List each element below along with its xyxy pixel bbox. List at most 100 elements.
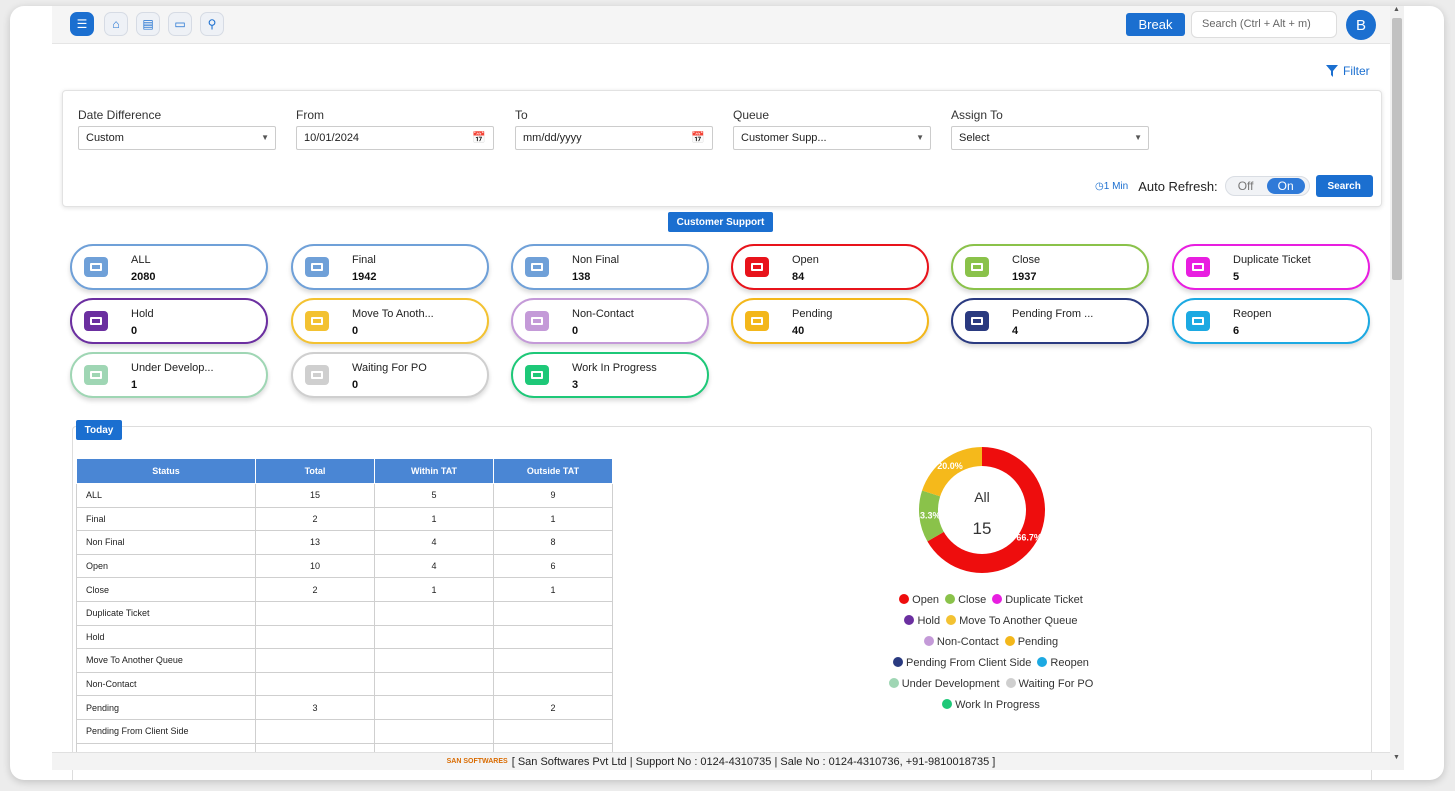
table-cell: 6: [493, 553, 613, 579]
scrollbar-thumb[interactable]: [1392, 18, 1402, 280]
status-card[interactable]: Close 1937: [951, 244, 1149, 290]
table-body: ALL 15 5 9 Final 2 1 1 Non Final 13 4 8 Open 10 4 6 Clos…: [76, 483, 613, 768]
home-icon[interactable]: ⌂: [104, 12, 128, 36]
queue-select[interactable]: Customer Supp... ▼: [733, 126, 931, 150]
status-card-count: 1942: [352, 271, 377, 283]
legend-item[interactable]: Hold: [904, 611, 940, 632]
legend-item[interactable]: Pending: [1004, 632, 1058, 653]
status-card-count: 40: [792, 325, 805, 337]
status-card[interactable]: Open 84: [731, 244, 929, 290]
status-card-count: 0: [352, 325, 359, 337]
filter-button[interactable]: Filter: [1326, 64, 1370, 78]
chevron-down-icon: ▼: [916, 133, 924, 142]
legend-item[interactable]: Reopen: [1037, 653, 1089, 674]
status-card[interactable]: Duplicate Ticket 5: [1172, 244, 1370, 290]
table-row: Pending From Client Side: [76, 718, 613, 744]
table-row: Pending 3 2: [76, 695, 613, 720]
table-cell: 2: [255, 577, 375, 602]
legend-dot-icon: [1037, 657, 1048, 667]
legend-item[interactable]: Open: [899, 590, 939, 611]
status-card[interactable]: Non-Contact 0: [511, 298, 709, 344]
refresh-interval[interactable]: ◷1 Min: [1095, 181, 1128, 192]
date-difference-select[interactable]: Custom ▼: [78, 126, 276, 150]
legend-dot-icon: [1004, 636, 1015, 646]
table-cell: [374, 695, 494, 720]
global-search-input[interactable]: Search (Ctrl + Alt + m): [1191, 11, 1337, 38]
legend-item[interactable]: Pending From Client Side: [893, 653, 1031, 674]
table-cell: 3: [255, 695, 375, 720]
status-card-count: 5: [1233, 271, 1240, 283]
table-cell: [493, 624, 613, 650]
status-card[interactable]: Work In Progress 3: [511, 352, 709, 398]
status-card[interactable]: ALL 2080: [70, 244, 268, 290]
scroll-up-icon[interactable]: ▲: [1393, 6, 1400, 13]
table-cell: 1: [493, 577, 613, 602]
assign-to-select[interactable]: Select ▼: [951, 126, 1149, 150]
from-date-field[interactable]: 10/01/2024 📅: [296, 126, 494, 150]
status-card[interactable]: Final 1942: [291, 244, 489, 290]
table-cell: [374, 600, 494, 626]
table-cell: [255, 648, 375, 673]
legend-item[interactable]: Close: [945, 590, 986, 611]
table-cell: 9: [493, 483, 613, 508]
search-button[interactable]: Search: [1315, 175, 1373, 197]
legend-dot-icon: [893, 657, 904, 667]
filter-label: Filter: [1343, 64, 1370, 78]
table-cell: [374, 718, 494, 744]
table-cell: ALL: [76, 483, 256, 508]
chevron-down-icon: ▼: [1134, 133, 1142, 142]
table-cell: 2: [493, 695, 613, 720]
ticket-icon: [745, 257, 769, 277]
status-card-label: Non-Contact: [572, 308, 634, 320]
table-cell: 4: [374, 530, 494, 555]
legend-item[interactable]: Under Development: [888, 674, 1000, 695]
table-cell: 1: [493, 506, 613, 532]
ticket-icon: [965, 257, 989, 277]
ticket-icon: [84, 365, 108, 385]
table-cell: [493, 718, 613, 744]
legend-label: Open: [912, 594, 940, 606]
app-container: ☰ ⌂ ▤ ▭ ⚲ Break Search (Ctrl + Alt + m) …: [52, 6, 1390, 780]
menu-icon[interactable]: ☰: [70, 12, 94, 36]
status-card[interactable]: Pending 40: [731, 298, 929, 344]
status-card[interactable]: Waiting For PO 0: [291, 352, 489, 398]
legend-label: Waiting For PO: [1018, 678, 1094, 690]
calendar-icon[interactable]: 📅: [472, 131, 486, 144]
status-card[interactable]: Non Final 138: [511, 244, 709, 290]
auto-refresh-toggle[interactable]: Off On: [1224, 176, 1310, 196]
status-card-label: Move To Anoth...: [352, 308, 434, 320]
scroll-down-icon[interactable]: ▼: [1393, 754, 1400, 761]
legend-item[interactable]: Work In Progress: [942, 695, 1040, 716]
vertical-scrollbar[interactable]: ▲ ▼: [1390, 6, 1404, 770]
status-card-label: Waiting For PO: [352, 362, 427, 374]
break-button[interactable]: Break: [1126, 13, 1185, 36]
to-date-field[interactable]: mm/dd/yyyy 📅: [515, 126, 713, 150]
auto-refresh-label: Auto Refresh:: [1138, 178, 1218, 194]
ticket-icon[interactable]: ▭: [168, 12, 192, 36]
table-cell: Hold: [76, 624, 256, 650]
ticket-icon: [84, 257, 108, 277]
status-card[interactable]: Pending From ... 4: [951, 298, 1149, 344]
table-cell: [374, 671, 494, 697]
search-icon[interactable]: ⚲: [200, 12, 224, 36]
legend-item[interactable]: Waiting For PO: [1005, 674, 1094, 695]
table-row: Open 10 4 6: [76, 553, 613, 579]
document-icon[interactable]: ▤: [136, 12, 160, 36]
calendar-icon[interactable]: 📅: [691, 131, 705, 144]
table-cell: 8: [493, 530, 613, 555]
table-row: Non Final 13 4 8: [76, 530, 613, 555]
avatar[interactable]: B: [1346, 10, 1376, 40]
legend-item[interactable]: Duplicate Ticket: [992, 590, 1083, 611]
legend-item[interactable]: Move To Another Queue: [946, 611, 1078, 632]
status-card-label: Pending: [792, 308, 833, 320]
legend-dot-icon: [899, 594, 910, 604]
status-card[interactable]: Hold 0: [70, 298, 268, 344]
table-cell: Pending From Client Side: [76, 718, 256, 744]
table-cell: [255, 624, 375, 650]
status-card[interactable]: Reopen 6: [1172, 298, 1370, 344]
status-card[interactable]: Move To Anoth... 0: [291, 298, 489, 344]
legend-item[interactable]: Non-Contact: [923, 632, 999, 653]
status-card[interactable]: Under Develop... 1: [70, 352, 268, 398]
toggle-off-label: Off: [1237, 179, 1254, 193]
filter-panel: Date Difference Custom ▼ From 10/01/2024…: [62, 90, 1382, 207]
